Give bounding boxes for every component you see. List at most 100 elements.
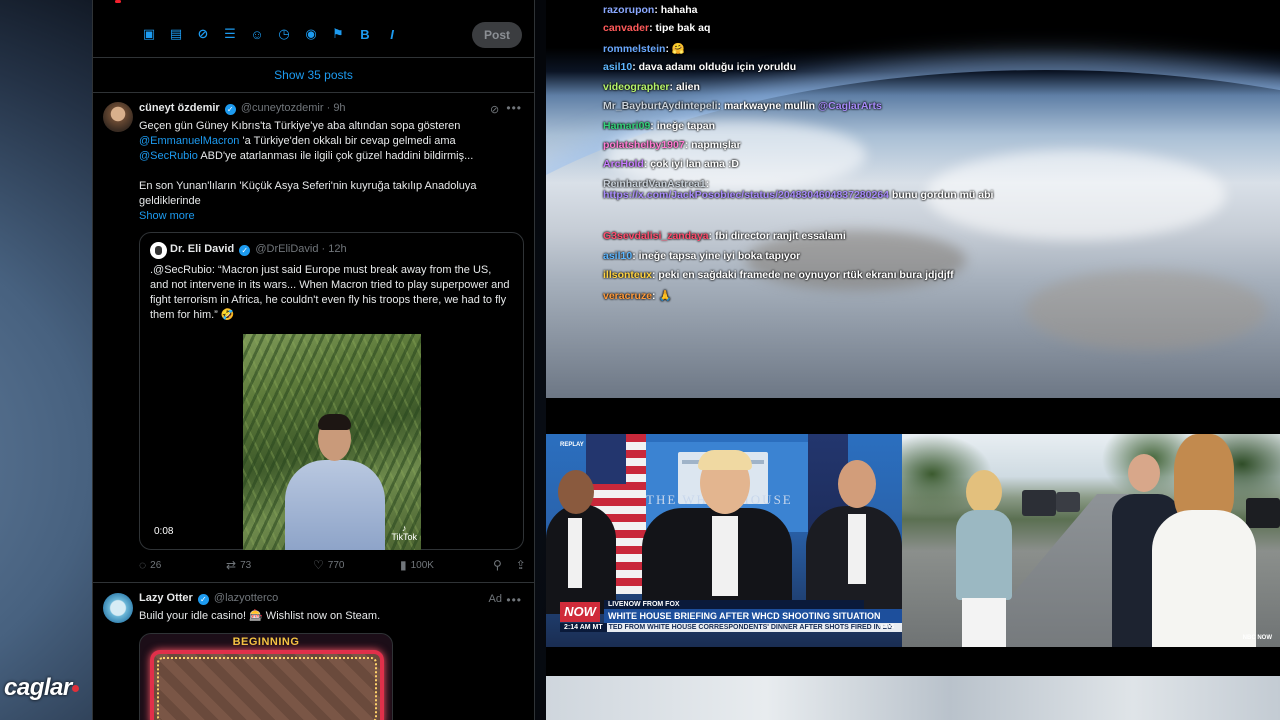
tweet-text-line: 'a Türkiye'den okkalı bir cevap gelmedi … <box>239 135 456 147</box>
tweet-actions: ◌ 26 ⇄ 73 ♡ 770 ▮ 100K ⚲ ⇪ <box>139 558 529 572</box>
chat-message: polatshelby1907: napmışlar <box>603 139 741 151</box>
person-left-face <box>558 470 594 514</box>
author-handle[interactable]: @lazyotterco <box>214 592 278 604</box>
more-icon[interactable]: ••• <box>506 101 522 115</box>
chat-text: : tipe bak aq <box>649 22 711 34</box>
tweet-text-line: En son Yunan'lıların 'Küçük Asya Seferi'… <box>139 180 477 207</box>
tweet-header: cüneyt özdemir ✓ @cuneytozdemir · 9h <box>139 102 346 115</box>
bold-icon[interactable]: B <box>357 26 373 42</box>
gif-icon[interactable]: ▤ <box>168 26 184 42</box>
x-timeline-panel: ▣ ▤ ⊘ ☰ ☺ ◷ ◉ ⚑ B I Post Show 35 posts c… <box>92 0 535 720</box>
chat-username[interactable]: https://x.com/JackPosobiec/status/204830… <box>603 189 889 201</box>
chat-username[interactable]: Hamari09 <box>603 120 650 132</box>
chat-username[interactable]: razorupon <box>603 4 654 16</box>
more-icon[interactable]: ••• <box>506 593 522 607</box>
timestamp[interactable]: 12h <box>328 243 346 255</box>
chat-username[interactable]: polatshelby1907 <box>603 139 685 151</box>
like-button[interactable]: ♡ 770 <box>313 558 400 572</box>
tiktok-watermark: ♪ TikTok <box>391 524 417 542</box>
chat-username[interactable]: asil10 <box>603 61 632 73</box>
chat-message: ArcHold: çok iyi lan ama :D <box>603 158 739 170</box>
share-icon[interactable]: ⇪ <box>516 558 526 572</box>
repost-button[interactable]: ⇄ 73 <box>226 558 313 572</box>
author-name[interactable]: cüneyt özdemir <box>139 102 220 114</box>
person-right-face <box>838 460 876 508</box>
chat-username[interactable]: ArcHold <box>603 158 644 170</box>
streamer-logo: caglar <box>4 674 79 702</box>
news-source-bar: LIVENOW FROM FOX <box>604 600 864 609</box>
poll-icon[interactable]: ☰ <box>222 26 238 42</box>
chat-text: : hahaha <box>654 4 698 16</box>
grok-icon[interactable]: ⊘ <box>490 103 502 116</box>
parked-car <box>1022 490 1056 516</box>
views-button[interactable]: ▮ 100K <box>400 558 493 572</box>
chat-message: rommelstein: 🤗 <box>603 42 685 55</box>
like-count: 770 <box>327 559 345 571</box>
livenow-logo: NOW <box>560 602 600 622</box>
chat-text: : çok iyi lan ama :D <box>643 158 739 170</box>
grok-icon[interactable]: ⊘ <box>195 26 211 42</box>
chat-username[interactable]: asil10 <box>603 250 632 262</box>
promoted-tweet[interactable]: Lazy Otter ✓ @lazyotterco Ad ••• Build y… <box>93 583 534 720</box>
chat-mention[interactable]: @CaglarArts <box>818 100 882 112</box>
media-icon[interactable]: ▣ <box>141 26 157 42</box>
show-more-link[interactable]: Show more <box>139 210 195 222</box>
verified-icon: ✓ <box>224 104 236 115</box>
video-duration: 0:08 <box>154 526 174 537</box>
mention-link[interactable]: @SecRubio <box>139 150 198 162</box>
video-player[interactable]: ♪ TikTok <box>243 334 421 550</box>
chat-text: : napmışlar <box>684 139 741 151</box>
video-speaker-hair <box>318 414 351 430</box>
chat-text: : 🤗 <box>665 43 685 55</box>
tiktok-label: TikTok <box>391 532 417 542</box>
chat-text: : markwayne mullin <box>717 100 818 112</box>
chat-username[interactable]: videographer <box>603 81 670 93</box>
tweet[interactable]: cüneyt özdemir ✓ @cuneytozdemir · 9h ⊘ •… <box>93 93 534 583</box>
chat-username[interactable]: rommelstein <box>603 43 665 55</box>
verified-icon: ✓ <box>197 594 209 605</box>
chat-username[interactable]: Mr_BayburtAydintepeli <box>603 100 718 112</box>
show-new-posts-button[interactable]: Show 35 posts <box>93 58 534 93</box>
parked-car <box>1056 492 1080 512</box>
emoji-icon[interactable]: ☺ <box>249 26 265 42</box>
tweet-text: Build your idle casino! 🎰 Wishlist now o… <box>139 610 381 622</box>
news-time: 2:14 AM MT <box>560 623 607 632</box>
avatar[interactable] <box>103 102 133 132</box>
bookmark-icon[interactable]: ⚲ <box>493 558 502 572</box>
author-handle[interactable]: @cuneytozdemir <box>241 102 324 114</box>
compose-indicator <box>115 0 121 3</box>
schedule-icon[interactable]: ◷ <box>276 26 292 42</box>
avatar[interactable] <box>150 242 167 259</box>
chat-username[interactable]: canvader <box>603 22 649 34</box>
woman-top <box>1152 510 1256 647</box>
timestamp[interactable]: 9h <box>333 102 345 114</box>
chat-text: : peki en sağdaki framede ne oynuyor rtü… <box>652 269 954 281</box>
chat-text: : fbi director ranjit essalami <box>708 230 846 242</box>
author-name[interactable]: Lazy Otter <box>139 592 193 604</box>
tweet-header: Lazy Otter ✓ @lazyotterco <box>139 592 278 605</box>
ad-media[interactable]: BEGINNING <box>139 633 393 720</box>
news-ticker: 2:14 AM MT TED FROM WHITE HOUSE CORRESPO… <box>560 623 902 632</box>
chat-username[interactable]: G3sevdalisi_zandaya <box>603 230 709 242</box>
separator: · <box>321 243 326 255</box>
author-name[interactable]: Dr. Eli David <box>170 243 234 255</box>
flag-icon[interactable]: ⚑ <box>330 26 346 42</box>
chat-text: : dava adamı olduğu için yoruldu <box>632 61 797 73</box>
compose-box: ▣ ▤ ⊘ ☰ ☺ ◷ ◉ ⚑ B I Post <box>93 0 534 58</box>
quoted-tweet-text: .@SecRubio: “Macron just said Europe mus… <box>150 264 510 321</box>
game-title: BEGINNING <box>232 636 300 648</box>
chat-username[interactable]: illsonteux <box>603 269 652 281</box>
italic-icon[interactable]: I <box>384 26 400 42</box>
mention-link[interactable]: @EmmanuelMacron <box>139 135 239 147</box>
chat-username[interactable]: veracruze <box>603 290 652 302</box>
reporter-top <box>956 510 1012 600</box>
author-handle[interactable]: @DrEliDavid <box>255 243 318 255</box>
stream-overlay: ▣ ▤ ⊘ ☰ ☺ ◷ ◉ ⚑ B I Post Show 35 posts c… <box>0 0 1280 720</box>
avatar[interactable] <box>103 593 133 623</box>
quoted-tweet[interactable]: Dr. Eli David ✓ @DrEliDavid · 12h .@SecR… <box>139 232 524 550</box>
reply-button[interactable]: ◌ 26 <box>139 558 226 572</box>
reporter <box>950 470 1020 647</box>
chat-message: https://x.com/JackPosobiec/status/204830… <box>603 187 1003 204</box>
location-icon[interactable]: ◉ <box>303 26 319 42</box>
post-button[interactable]: Post <box>472 22 522 48</box>
